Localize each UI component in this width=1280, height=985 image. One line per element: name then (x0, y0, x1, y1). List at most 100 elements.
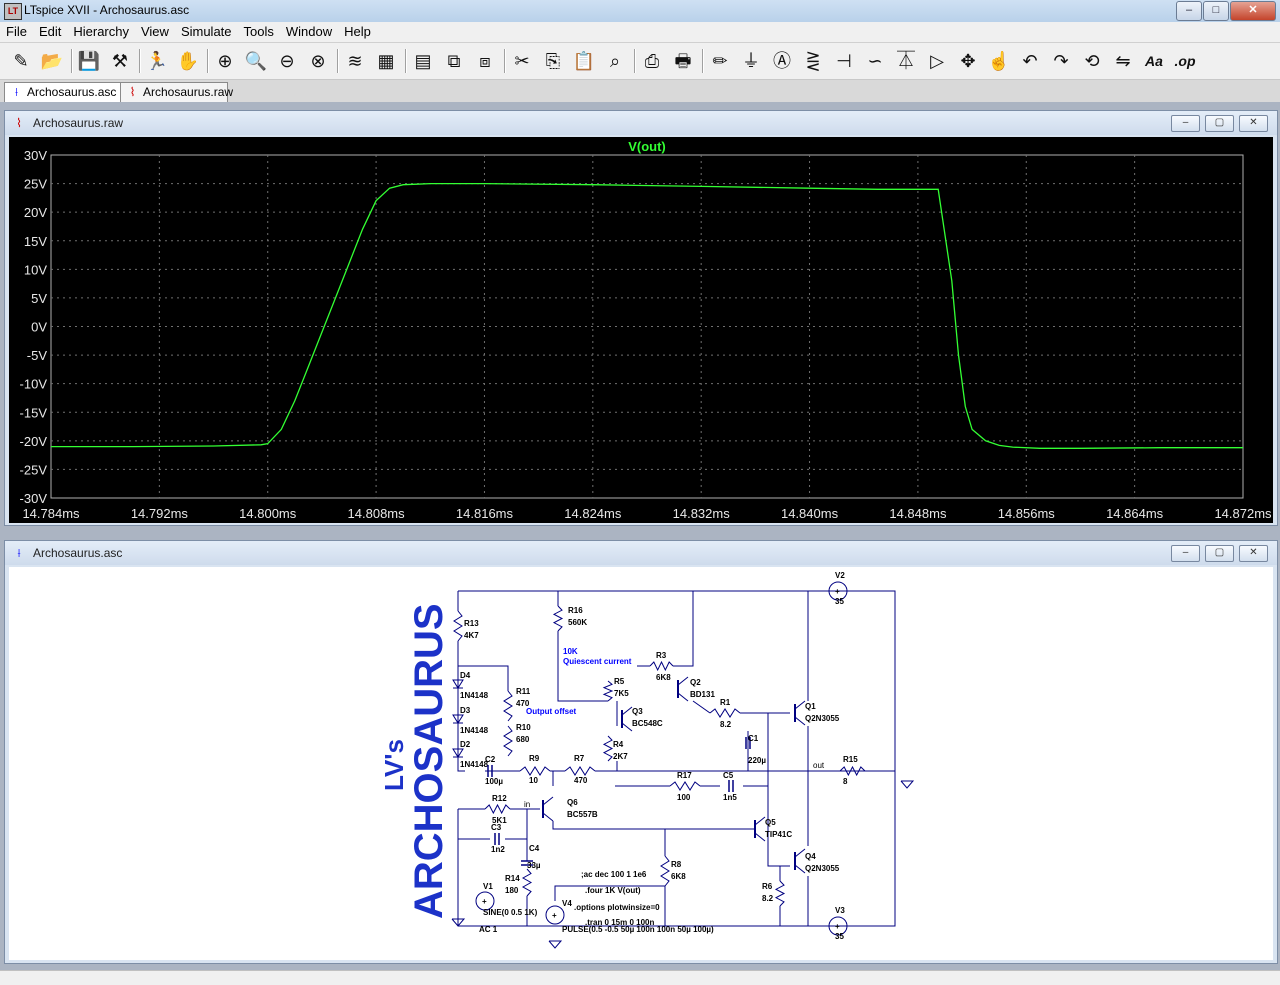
component-ref: C1 (748, 734, 759, 743)
paste-icon[interactable]: 📋 (571, 48, 597, 74)
menu-simulate[interactable]: Simulate (175, 22, 238, 42)
menu-window[interactable]: Window (280, 22, 338, 42)
cut-icon[interactable]: ✂ (509, 48, 535, 74)
label-net-icon[interactable]: Ⓐ (769, 48, 795, 74)
schematic-icon: ⟊ (14, 85, 19, 99)
capacitor-icon[interactable]: ⊣ (831, 48, 857, 74)
menu-help[interactable]: Help (338, 22, 377, 42)
tab-waveform[interactable]: ⌇ Archosaurus.raw (120, 82, 233, 102)
inductor-icon[interactable]: ∽ (862, 48, 888, 74)
new-schematic-icon[interactable]: ✎ (8, 48, 34, 74)
text-icon[interactable]: Aa (1141, 48, 1167, 74)
menu-hierarchy[interactable]: Hierarchy (67, 22, 135, 42)
run-icon[interactable]: 🏃 (144, 48, 170, 74)
transistor-collector (794, 848, 806, 858)
copy-icon[interactable]: ⎘ (540, 48, 566, 74)
component-ref: Q2 (690, 678, 701, 687)
transistor-emitter (677, 692, 689, 702)
polarity-mark: + (482, 897, 487, 906)
maximize-button[interactable]: □ (1203, 1, 1229, 21)
component-value: Q2N3055 (805, 714, 840, 723)
autorange-icon[interactable]: ≋ (342, 48, 368, 74)
zoom-fit-icon[interactable]: ⊗ (305, 48, 331, 74)
toolbar-separator (337, 49, 339, 73)
resistor-symbol (669, 781, 701, 791)
ground-icon[interactable]: ⏚ (738, 48, 764, 74)
resistor-symbol (503, 690, 513, 722)
menu-file[interactable]: File (0, 22, 33, 42)
y-tick-label: -20V (20, 434, 48, 449)
toolbar-separator (139, 49, 141, 73)
control-panel-icon[interactable]: ⚒ (107, 48, 133, 74)
schematic-group: ARCHOSAURUSLV's R13 4K7 R16 560K D4 1N4148 D3 1N… (379, 571, 915, 949)
pan-icon[interactable]: 🔍 (243, 48, 269, 74)
component-ref: C2 (485, 755, 496, 764)
print-icon[interactable]: 🖶 (670, 48, 696, 74)
redo-icon[interactable]: ↷ (1048, 48, 1074, 74)
close-button[interactable]: ✕ (1230, 1, 1276, 21)
component-value: 8.2 (720, 720, 732, 729)
resistor-symbol (521, 868, 533, 897)
component-value: 6K8 (656, 673, 671, 682)
waveform-plot[interactable]: 30V 25V 20V 15V 10V 5V 0V -5V -10V -15V -20V -25V -3… (9, 137, 1273, 523)
waveform-window-titlebar[interactable]: ⌇ Archosaurus.raw – ▢ ✕ (5, 111, 1277, 135)
minimize-button[interactable]: – (1176, 1, 1202, 21)
component-value: 180 (505, 886, 519, 895)
status-bar (0, 970, 1280, 985)
transistor-collector (677, 676, 689, 686)
toolbar-separator (71, 49, 73, 73)
zoom-out-icon[interactable]: ⊖ (274, 48, 300, 74)
x-tick-label: 14.784ms (22, 506, 80, 521)
component-value: 6K8 (671, 872, 686, 881)
component-ref: R14 (505, 874, 520, 883)
component-value: Q2N3055 (805, 864, 840, 873)
note-10k: 10K (563, 647, 578, 656)
schematic-window-titlebar[interactable]: ⟊ Archosaurus.asc – ▢ ✕ (5, 541, 1277, 565)
cascade-icon[interactable]: ⧉ (441, 48, 467, 74)
diode-icon[interactable]: ⏄ (893, 48, 919, 74)
save-icon[interactable]: 💾 (76, 48, 102, 74)
menu-view[interactable]: View (135, 22, 175, 42)
y-tick-label: -25V (20, 462, 48, 477)
polarity-mark: + (552, 911, 557, 920)
rotate-icon[interactable]: ⟲ (1079, 48, 1105, 74)
menu-tools[interactable]: Tools (238, 22, 280, 42)
schematic-restore-button[interactable]: ▢ (1205, 545, 1234, 562)
open-icon[interactable]: 📂 (39, 48, 65, 74)
resistor-icon[interactable]: ⋛ (800, 48, 826, 74)
tile-horizontal-icon[interactable]: ▤ (410, 48, 436, 74)
waveform-svg[interactable]: 30V 25V 20V 15V 10V 5V 0V -5V -10V -15V -20V -25V -3… (9, 137, 1273, 523)
spice-directive-icon[interactable]: .op (1172, 48, 1198, 74)
undo-icon[interactable]: ↶ (1017, 48, 1043, 74)
component-value: 10 (529, 776, 538, 785)
menu-edit[interactable]: Edit (33, 22, 67, 42)
mirror-icon[interactable]: ⇋ (1110, 48, 1136, 74)
zoom-in-icon[interactable]: ⊕ (212, 48, 238, 74)
schematic-svg[interactable]: ARCHOSAURUSLV's R13 4K7 R16 560K D4 1N4148 D3 1N… (9, 567, 1273, 960)
schematic-close-button[interactable]: ✕ (1239, 545, 1268, 562)
waveform-close-button[interactable]: ✕ (1239, 115, 1268, 132)
y-tick-label: -15V (20, 405, 48, 420)
resistor-symbol (660, 855, 670, 887)
find-icon[interactable]: ⌕ (602, 48, 628, 74)
component-icon[interactable]: ▷ (924, 48, 950, 74)
y-tick-label: -10V (20, 377, 48, 392)
component-ref: Q5 (765, 818, 776, 827)
tile-vertical-icon[interactable]: ⧈ (472, 48, 498, 74)
component-ref: R8 (671, 860, 682, 869)
transistor-collector (621, 706, 633, 716)
draw-wire-icon[interactable]: ✏ (707, 48, 733, 74)
y-tick-label: 0V (31, 320, 47, 335)
halt-icon[interactable]: ✋ (175, 48, 201, 74)
drag-icon[interactable]: ☝ (986, 48, 1012, 74)
waveform-restore-button[interactable]: ▢ (1205, 115, 1234, 132)
note-offset: Output offset (526, 707, 577, 716)
schematic-minimize-button[interactable]: – (1171, 545, 1200, 562)
waveform-minimize-button[interactable]: – (1171, 115, 1200, 132)
transistor-emitter (621, 722, 633, 732)
plot-settings-icon[interactable]: ▦ (373, 48, 399, 74)
schematic-canvas[interactable]: ARCHOSAURUS LV's R13 4K7 R16 560K D4 1N4148 D3 1N… (9, 567, 1273, 960)
move-icon[interactable]: ✥ (955, 48, 981, 74)
print-setup-icon[interactable]: ⎙ (639, 48, 665, 74)
tab-schematic[interactable]: ⟊ Archosaurus.asc (4, 82, 122, 102)
